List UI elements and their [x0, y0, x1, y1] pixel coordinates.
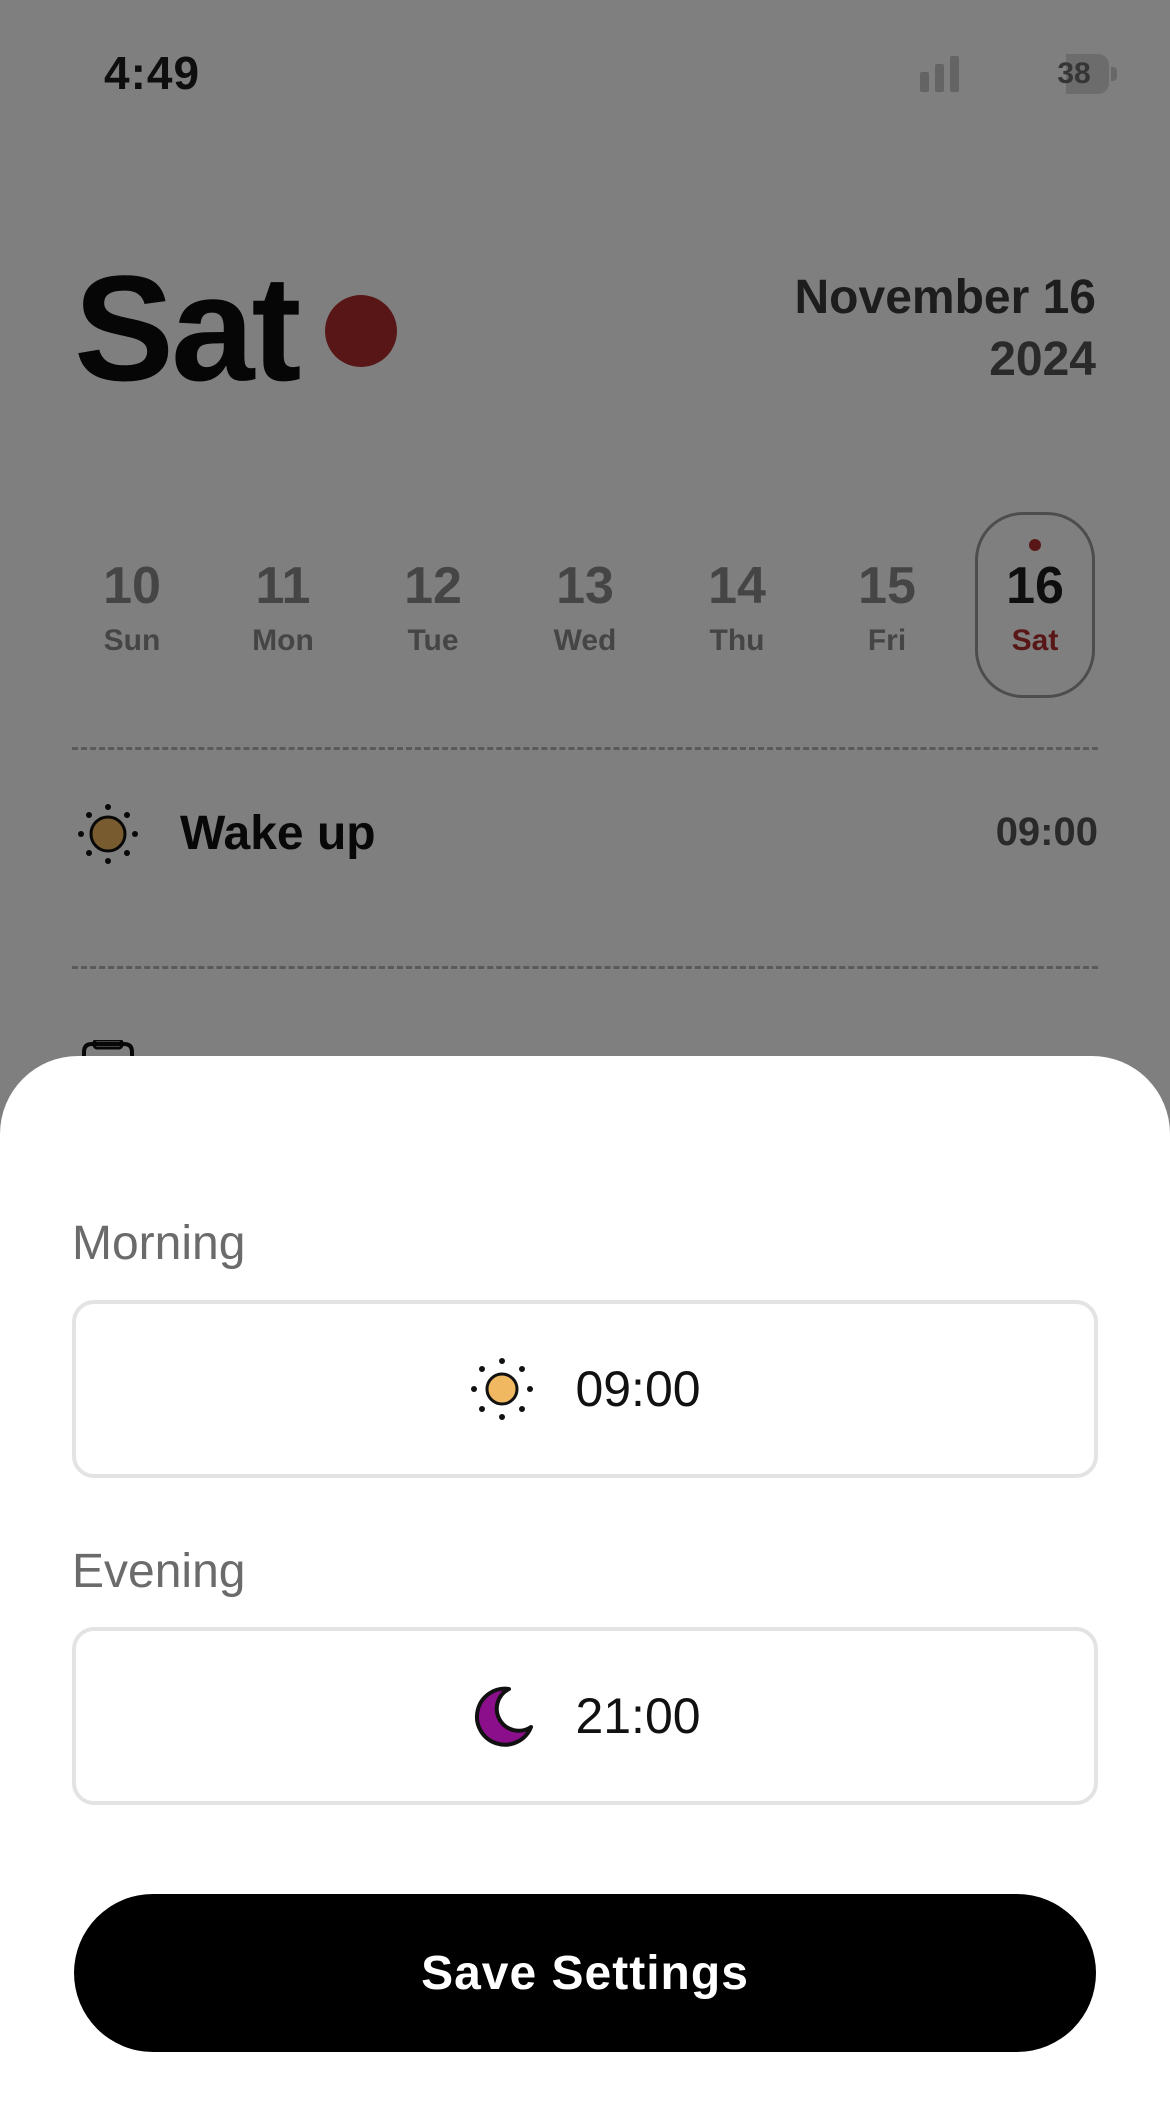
app-screen: 4:49 38 Sat November 16 2024 10 Sun: [0, 0, 1170, 2119]
morning-time-value: 09:00: [575, 1361, 701, 1417]
morning-label: Morning: [72, 1217, 246, 1270]
morning-time-field[interactable]: 09:00: [72, 1300, 1098, 1478]
sun-icon: [471, 1358, 534, 1420]
save-settings-button[interactable]: Save Settings: [74, 1894, 1096, 2052]
evening-time-field[interactable]: 21:00: [72, 1627, 1098, 1805]
settings-sheet: Morning 09:00 Evening 21:00 Save Setting…: [0, 1056, 1170, 2119]
moon-icon: [475, 1686, 534, 1747]
evening-label: Evening: [72, 1545, 246, 1598]
evening-time-value: 21:00: [575, 1688, 701, 1744]
